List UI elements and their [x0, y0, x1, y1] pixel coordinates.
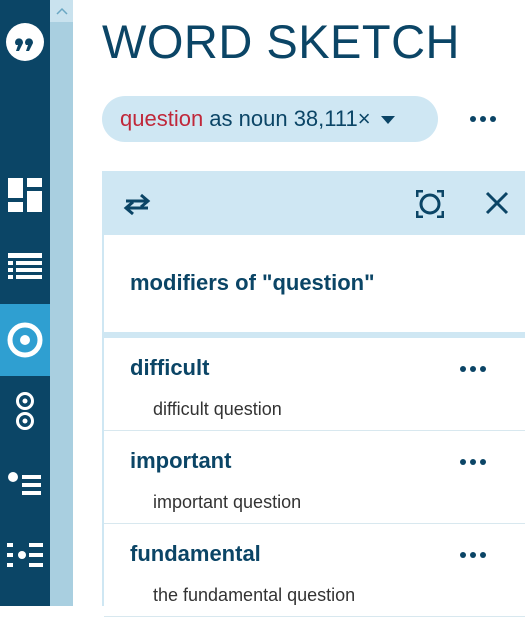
collocate-example: important question [153, 492, 302, 512]
more-options-icon[interactable] [470, 116, 496, 122]
list-icon[interactable] [0, 238, 50, 298]
more-options-icon[interactable] [460, 552, 486, 558]
bullet-list-icon[interactable] [0, 460, 50, 510]
double-circle-icon[interactable] [0, 386, 50, 436]
list-item: difficult difficult question [104, 338, 525, 431]
list-item: important important question [104, 431, 525, 524]
grid-list-icon[interactable] [0, 530, 50, 580]
query-lemma: question [120, 106, 204, 131]
dashboard-icon[interactable] [0, 165, 50, 225]
panel-toolbar [104, 173, 525, 235]
collocation-panel: modifiers of "question" difficult diffic… [102, 171, 525, 617]
collocate-example: difficult question [153, 399, 282, 419]
swap-icon[interactable] [122, 190, 152, 223]
collocate-word[interactable]: important [130, 448, 231, 474]
logo-quote-icon[interactable] [0, 14, 50, 70]
collocate-word[interactable]: difficult [130, 355, 209, 381]
collocation-list: difficult difficult question important i… [104, 338, 525, 617]
collocate-word[interactable]: fundamental [130, 541, 261, 567]
chevron-up-icon[interactable] [50, 0, 73, 22]
sidebar [0, 0, 50, 606]
scroll-strip[interactable] [50, 0, 73, 606]
more-options-icon[interactable] [460, 366, 486, 372]
list-item: fundamental the fundamental question [104, 524, 525, 617]
query-selector[interactable]: question as noun 38,111× [102, 96, 438, 142]
query-pos-frequency: as noun 38,111× [203, 106, 371, 131]
close-icon[interactable] [484, 190, 510, 221]
fullscreen-icon[interactable] [415, 189, 445, 223]
caret-down-icon [380, 116, 395, 124]
more-options-icon[interactable] [460, 459, 486, 465]
panel-title: modifiers of "question" [130, 270, 375, 295]
target-icon[interactable] [0, 304, 50, 376]
collocate-example: the fundamental question [153, 585, 356, 605]
page-title: WORD SKETCH [102, 15, 460, 68]
panel-header: modifiers of "question" [104, 235, 525, 338]
